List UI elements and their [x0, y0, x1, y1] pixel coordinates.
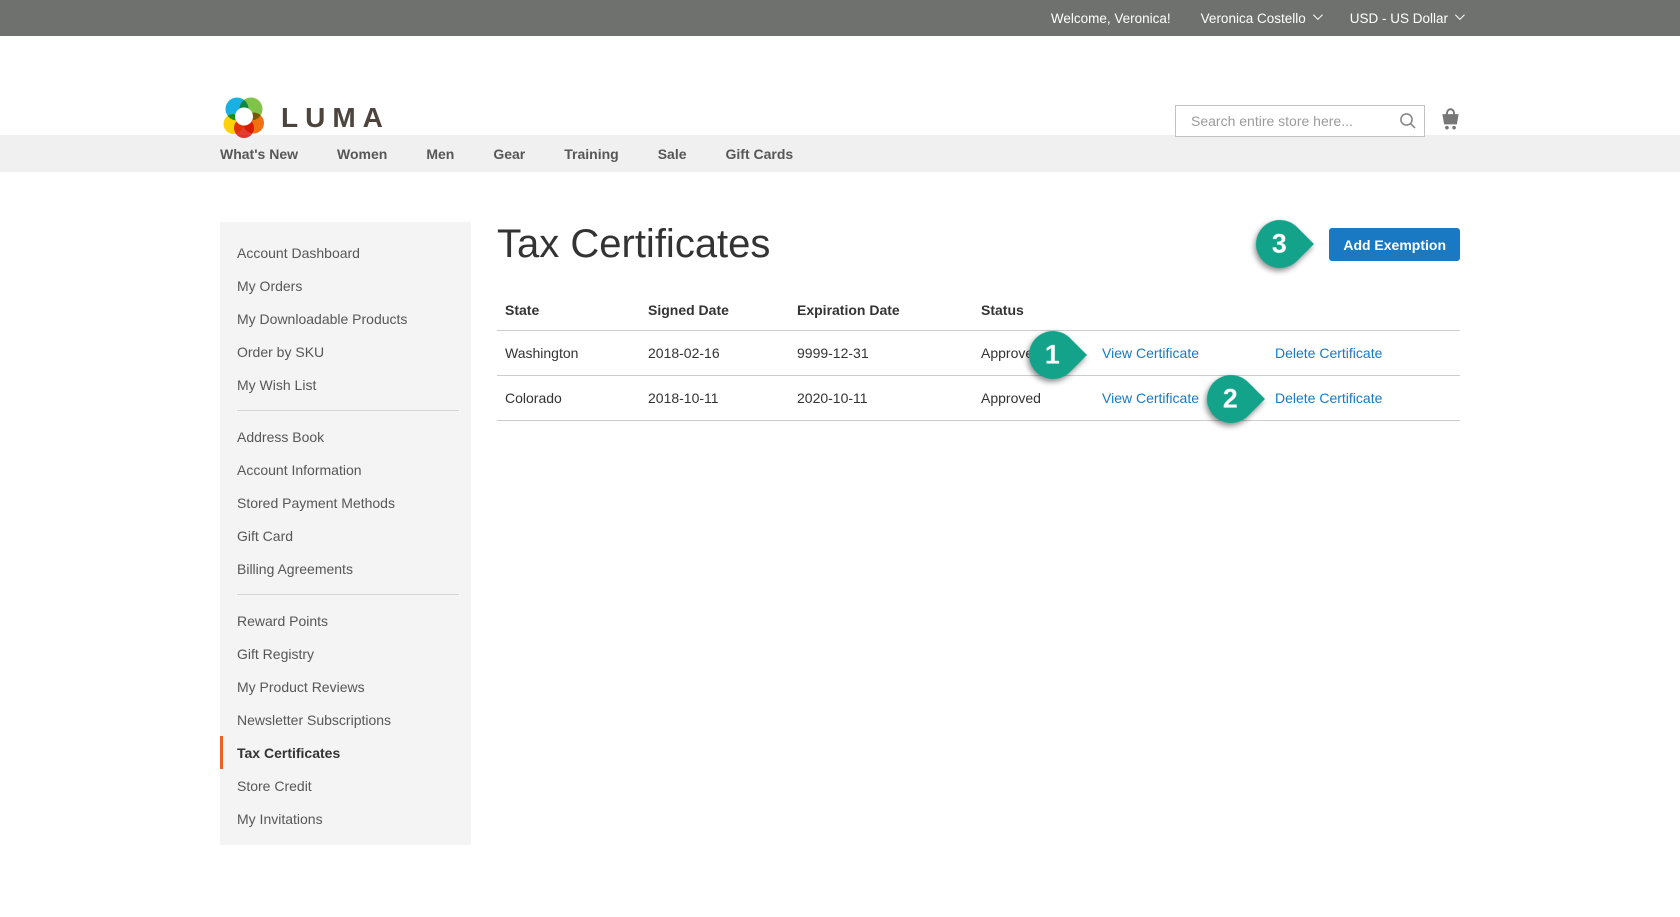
- currency-menu-label: USD - US Dollar: [1350, 11, 1448, 26]
- account-menu[interactable]: Veronica Costello: [1201, 11, 1320, 26]
- sidebar-item-newsletter-subscriptions[interactable]: Newsletter Subscriptions: [220, 703, 471, 736]
- sidebar-item-store-credit[interactable]: Store Credit: [220, 769, 471, 802]
- cart-button[interactable]: [1437, 106, 1464, 135]
- col-header-actions: [1267, 296, 1460, 331]
- main-content: Tax Certificates Add Exemption State Sig…: [497, 222, 1460, 421]
- sidebar-item-account-information[interactable]: Account Information: [220, 453, 471, 486]
- add-exemption-button[interactable]: Add Exemption: [1329, 228, 1460, 261]
- cell-signed-date: 2018-02-16: [640, 331, 789, 376]
- sidebar-item-my-invitations[interactable]: My Invitations: [220, 802, 471, 835]
- sidebar-item-tax-certificates[interactable]: Tax Certificates: [220, 736, 471, 769]
- sidebar-item-my-downloadable-products[interactable]: My Downloadable Products: [220, 302, 471, 335]
- col-header-state: State: [497, 296, 640, 331]
- sidebar-item-account-dashboard[interactable]: Account Dashboard: [220, 236, 471, 269]
- cell-expiration-date: 2020-10-11: [789, 376, 973, 421]
- sidebar-item-my-product-reviews[interactable]: My Product Reviews: [220, 670, 471, 703]
- cell-status: Approved: [973, 376, 1094, 421]
- currency-menu[interactable]: USD - US Dollar: [1350, 11, 1462, 26]
- col-header-expiration-date: Expiration Date: [789, 296, 973, 331]
- table-header-row: State Signed Date Expiration Date Status: [497, 296, 1460, 331]
- view-certificate-link[interactable]: View Certificate: [1102, 390, 1199, 406]
- col-header-status: Status: [973, 296, 1094, 331]
- sidebar-item-my-wish-list[interactable]: My Wish List: [220, 368, 471, 401]
- search-box: [1175, 105, 1425, 137]
- sidebar-item-gift-registry[interactable]: Gift Registry: [220, 637, 471, 670]
- cell-signed-date: 2018-10-11: [640, 376, 789, 421]
- col-header-actions: [1094, 296, 1267, 331]
- col-header-signed-date: Signed Date: [640, 296, 789, 331]
- sidebar-item-stored-payment-methods[interactable]: Stored Payment Methods: [220, 486, 471, 519]
- nav-item-whats-new[interactable]: What's New: [220, 146, 298, 162]
- chevron-down-icon: [1455, 10, 1465, 20]
- cell-state: Washington: [497, 331, 640, 376]
- account-sidebar: Account Dashboard My Orders My Downloada…: [220, 222, 471, 845]
- sidebar-item-gift-card[interactable]: Gift Card: [220, 519, 471, 552]
- tax-certificates-table: State Signed Date Expiration Date Status…: [497, 296, 1460, 421]
- sidebar-divider: [237, 410, 459, 411]
- logo-text: LUMA: [281, 102, 390, 134]
- sidebar-item-address-book[interactable]: Address Book: [220, 420, 471, 453]
- store-header: LUMA: [0, 36, 1680, 135]
- nav-item-men[interactable]: Men: [426, 146, 454, 162]
- sidebar-item-reward-points[interactable]: Reward Points: [220, 604, 471, 637]
- luma-logo[interactable]: LUMA: [220, 94, 390, 142]
- nav-item-gift-cards[interactable]: Gift Cards: [726, 146, 794, 162]
- search-icon[interactable]: [1398, 111, 1418, 131]
- nav-item-women[interactable]: Women: [337, 146, 387, 162]
- cell-expiration-date: 9999-12-31: [789, 331, 973, 376]
- cell-state: Colorado: [497, 376, 640, 421]
- search-input[interactable]: [1175, 105, 1425, 137]
- nav-item-gear[interactable]: Gear: [493, 146, 525, 162]
- page-title: Tax Certificates: [497, 222, 1460, 266]
- welcome-message: Welcome, Veronica!: [1051, 11, 1171, 26]
- cart-icon: [1437, 106, 1464, 132]
- view-certificate-link[interactable]: View Certificate: [1102, 345, 1199, 361]
- delete-certificate-link[interactable]: Delete Certificate: [1275, 390, 1382, 406]
- nav-item-training[interactable]: Training: [564, 146, 618, 162]
- table-row: Colorado 2018-10-11 2020-10-11 Approved …: [497, 376, 1460, 421]
- sidebar-item-order-by-sku[interactable]: Order by SKU: [220, 335, 471, 368]
- top-bar: Welcome, Veronica! Veronica Costello USD…: [0, 0, 1680, 36]
- sidebar-item-my-orders[interactable]: My Orders: [220, 269, 471, 302]
- delete-certificate-link[interactable]: Delete Certificate: [1275, 345, 1382, 361]
- account-menu-label: Veronica Costello: [1201, 11, 1306, 26]
- sidebar-item-billing-agreements[interactable]: Billing Agreements: [220, 552, 471, 585]
- nav-item-sale[interactable]: Sale: [658, 146, 687, 162]
- chevron-down-icon: [1313, 10, 1323, 20]
- luma-logo-icon: [220, 94, 268, 142]
- table-row: Washington 2018-02-16 9999-12-31 Approve…: [497, 331, 1460, 376]
- sidebar-divider: [237, 594, 459, 595]
